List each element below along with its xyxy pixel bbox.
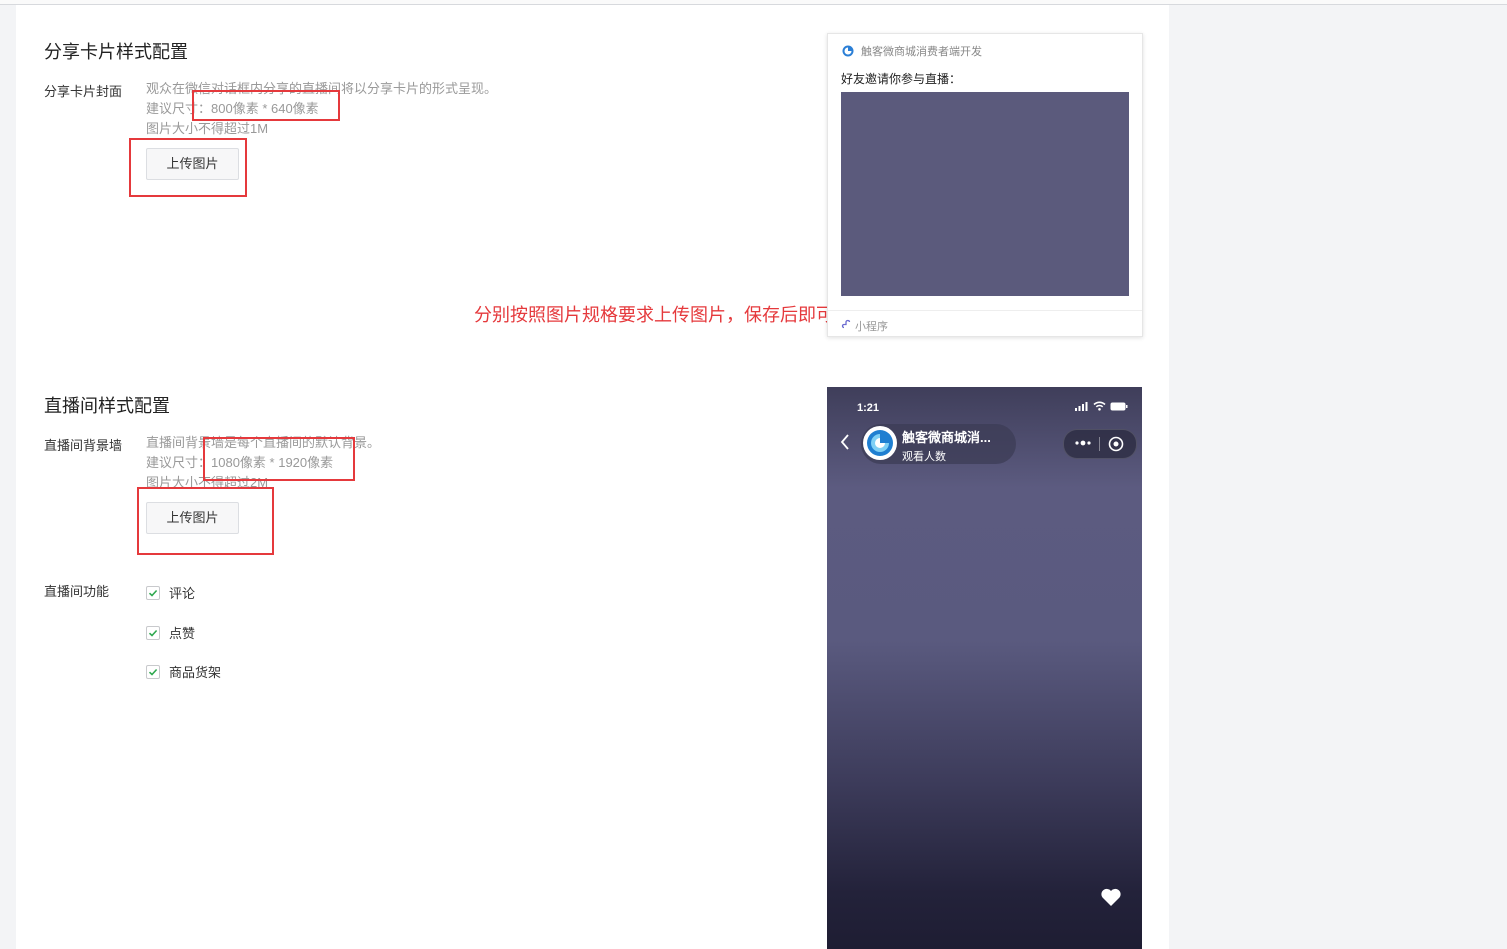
check-icon [148, 589, 158, 597]
wifi-icon [1093, 401, 1106, 411]
live-section-title: 直播间样式配置 [44, 396, 170, 416]
live-hint-size-prefix: 建议尺寸： [146, 455, 212, 470]
status-icons [1075, 401, 1128, 411]
card-footer-label: 小程序 [855, 321, 888, 333]
live-features-label: 直播间功能 [44, 584, 110, 599]
close-target-icon[interactable] [1108, 436, 1124, 452]
card-app-name: 触客微商城消费者端开发 [861, 46, 982, 58]
check-icon [148, 629, 158, 637]
checkbox-comment[interactable] [146, 585, 160, 600]
share-upload-highlight [129, 138, 247, 197]
live-upload-highlight [137, 487, 274, 555]
status-time: 1:21 [857, 402, 880, 414]
share-cover-label: 分享卡片封面 [44, 84, 123, 99]
checkbox-shelf[interactable] [146, 664, 160, 679]
app-logo-icon [842, 45, 854, 57]
share-size-highlight [192, 90, 340, 121]
feature-comment[interactable]: 评论 [146, 583, 195, 602]
back-chevron-icon[interactable] [840, 434, 850, 450]
share-hint-line3: 图片大小不得超过1M [146, 121, 269, 136]
card-cover-image [841, 92, 1129, 296]
live-room-preview: 1:21 触客微商城消... 观看人数 [827, 387, 1142, 949]
host-logo-icon [867, 430, 893, 456]
signal-icon [1075, 401, 1088, 411]
more-dots-icon[interactable] [1073, 436, 1093, 450]
card-footer: 小程序 [828, 310, 1142, 337]
mini-program-capsule [1063, 429, 1137, 459]
host-name: 触客微商城消... [902, 430, 991, 445]
mini-program-icon [841, 319, 851, 329]
card-header: 触客微商城消费者端开发 [842, 43, 982, 59]
feature-shelf-label: 商品货架 [169, 665, 222, 680]
live-size-highlight [203, 437, 355, 481]
check-icon [148, 668, 158, 676]
feature-like-label: 点赞 [169, 626, 196, 641]
annotation-note: 分别按照图片规格要求上传图片，保存后即可 [474, 305, 834, 325]
card-invite-text: 好友邀请你参与直播： [841, 72, 962, 86]
live-bg-label: 直播间背景墙 [44, 438, 123, 453]
feature-comment-label: 评论 [169, 586, 196, 601]
battery-icon [1110, 402, 1128, 410]
feature-like[interactable]: 点赞 [146, 623, 195, 642]
host-avatar [863, 426, 897, 460]
host-viewers: 观看人数 [902, 451, 946, 463]
checkbox-like[interactable] [146, 625, 160, 640]
capsule-separator [1099, 437, 1100, 451]
share-section-title: 分享卡片样式配置 [44, 42, 188, 62]
share-card-preview: 触客微商城消费者端开发 好友邀请你参与直播： 小程序 [827, 33, 1143, 337]
feature-shelf[interactable]: 商品货架 [146, 662, 221, 681]
heart-icon[interactable] [1100, 887, 1122, 907]
